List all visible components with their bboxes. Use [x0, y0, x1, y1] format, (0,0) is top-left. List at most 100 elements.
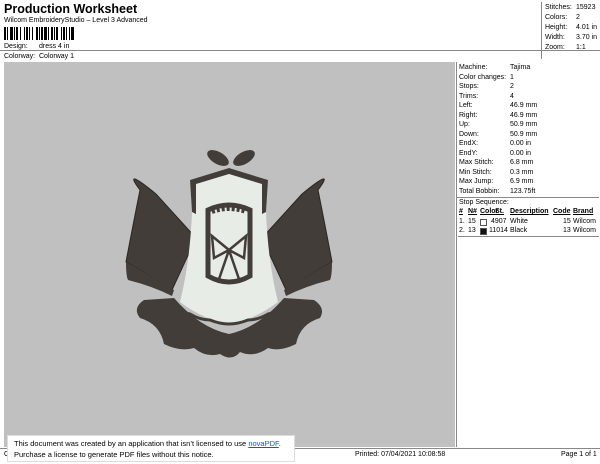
max-stitch-label: Max Stitch:	[459, 159, 494, 166]
colors-row: Colors: 2	[545, 14, 580, 21]
row1-brand: Wilcom	[573, 218, 596, 225]
barcode-bar	[36, 27, 38, 40]
design-row: Design: dress 4 in	[4, 43, 69, 50]
height-value: 4.01 in	[576, 24, 598, 31]
col-header-description: Description	[510, 208, 549, 215]
design-preview	[4, 62, 455, 447]
row1-color-swatch	[480, 219, 487, 226]
barcode-bar	[66, 27, 67, 40]
stitches-row: Stitches: 15923	[545, 4, 595, 11]
stop-sequence-divider	[457, 197, 599, 198]
barcode-bar	[16, 27, 18, 40]
colors-value: 2	[576, 14, 580, 21]
table-divider	[458, 236, 599, 237]
row1-num: 1.	[459, 218, 465, 225]
up-row: Up: 50.9 mm	[459, 121, 537, 128]
barcode-bar	[41, 27, 43, 40]
trims-label: Trims:	[459, 92, 479, 100]
row2-code: 13	[563, 227, 571, 234]
endy-row: EndY: 0.00 in	[459, 149, 531, 157]
right-label: Right:	[459, 111, 478, 119]
trims-value: 4	[510, 92, 514, 100]
endx-label: EndX:	[459, 140, 479, 147]
design-value: dress 4 in	[39, 43, 70, 50]
page-number: Page 1 of 1	[561, 451, 597, 458]
stop-sequence-title: Stop Sequence:	[459, 199, 509, 206]
barcode-bar	[4, 27, 6, 40]
col-header-num: #	[459, 208, 463, 215]
knot-loop-right	[233, 150, 255, 166]
notice-prefix: This document was created by an applicat…	[14, 439, 249, 448]
down-row: Down: 50.9 mm	[459, 130, 537, 138]
page-title: Production Worksheet	[4, 2, 138, 16]
notice-line-1: This document was created by an applicat…	[14, 438, 288, 449]
row1-description: White	[510, 218, 528, 225]
barcode-bar	[26, 27, 28, 40]
row2-description: Black	[510, 227, 528, 234]
barcode-bar	[63, 27, 65, 40]
max-jump-value: 6.9 mm	[510, 178, 534, 185]
endy-value: 0.00 in	[510, 149, 532, 157]
barcode-bar	[7, 27, 8, 40]
row2-color-swatch	[480, 228, 487, 235]
barcode-bar	[56, 27, 58, 40]
endx-row: EndX: 0.00 in	[459, 140, 531, 147]
right-row: Right: 46.9 mm	[459, 111, 537, 119]
trims-row: Trims: 4	[459, 92, 514, 100]
barcode-bar	[20, 27, 21, 40]
notice-line-2: Purchase a license to generate PDF files…	[14, 450, 214, 459]
colorway-row: Colorway: Colorway 1	[4, 53, 74, 60]
printed-timestamp: Printed: 07/04/2021 10:08:58	[355, 451, 446, 458]
stops-value: 2	[510, 83, 514, 90]
barcode-bar	[51, 27, 53, 40]
stitches-value: 15923	[576, 4, 596, 11]
barcode-bar	[61, 27, 62, 40]
col-header-code: Code	[553, 208, 571, 215]
row1-n: 15	[468, 218, 476, 225]
color-changes-value: 1	[510, 73, 514, 81]
barcode-bar	[71, 27, 74, 40]
color-changes-label: Color changes:	[459, 73, 507, 81]
down-label: Down:	[459, 130, 479, 138]
endx-value: 0.00 in	[510, 140, 532, 147]
novapdf-link[interactable]: novaPDF	[248, 439, 278, 448]
row2-num: 2.	[459, 227, 465, 234]
width-row: Width: 3.70 in	[545, 34, 597, 41]
barcode-bar	[69, 27, 70, 40]
max-stitch-value: 6.8 mm	[510, 159, 534, 166]
barcode-bar	[14, 27, 15, 40]
col-header-n: N#	[468, 208, 477, 215]
stops-label: Stops:	[459, 83, 479, 90]
barcode-bar	[10, 27, 13, 40]
row1-code: 15	[563, 218, 571, 225]
min-stitch-value: 0.3 mm	[510, 168, 534, 176]
max-jump-row: Max Jump: 6.9 mm	[459, 178, 533, 185]
barcode-bar	[39, 27, 40, 40]
barcode-bar	[54, 27, 55, 40]
endy-label: EndY:	[459, 149, 478, 157]
col-header-brand: Brand	[573, 208, 594, 215]
row2-brand: Wilcom	[573, 227, 596, 234]
header-divider	[0, 50, 600, 51]
up-value: 50.9 mm	[510, 121, 538, 128]
barcode-bar	[29, 27, 30, 40]
notice-suffix: .	[278, 439, 281, 448]
height-row: Height: 4.01 in	[545, 24, 597, 31]
design-info-panel: Machine: Tajima Color changes: 1 Stops: 2 T…	[456, 62, 599, 447]
barcode-bar	[44, 27, 47, 40]
total-bobbin-value: 123.75ft	[510, 187, 536, 195]
barcode-bar	[24, 27, 25, 40]
left-label: Left:	[459, 102, 473, 109]
embroidery-design-graphic	[125, 150, 333, 358]
machine-value: Tajima	[510, 64, 531, 71]
barcode	[4, 27, 74, 40]
knot-loop-left	[207, 150, 229, 166]
left-row: Left: 46.9 mm	[459, 102, 537, 109]
right-value: 46.9 mm	[510, 111, 538, 119]
min-stitch-row: Min Stitch: 0.3 mm	[459, 169, 533, 176]
max-stitch-row: Max Stitch: 6.8 mm	[459, 159, 533, 166]
barcode-bar	[32, 27, 33, 40]
machine-label: Machine:	[459, 64, 488, 71]
software-subtitle: Wilcom EmbroideryStudio – Level 3 Advanc…	[4, 17, 148, 24]
barcode-bar	[48, 27, 49, 40]
